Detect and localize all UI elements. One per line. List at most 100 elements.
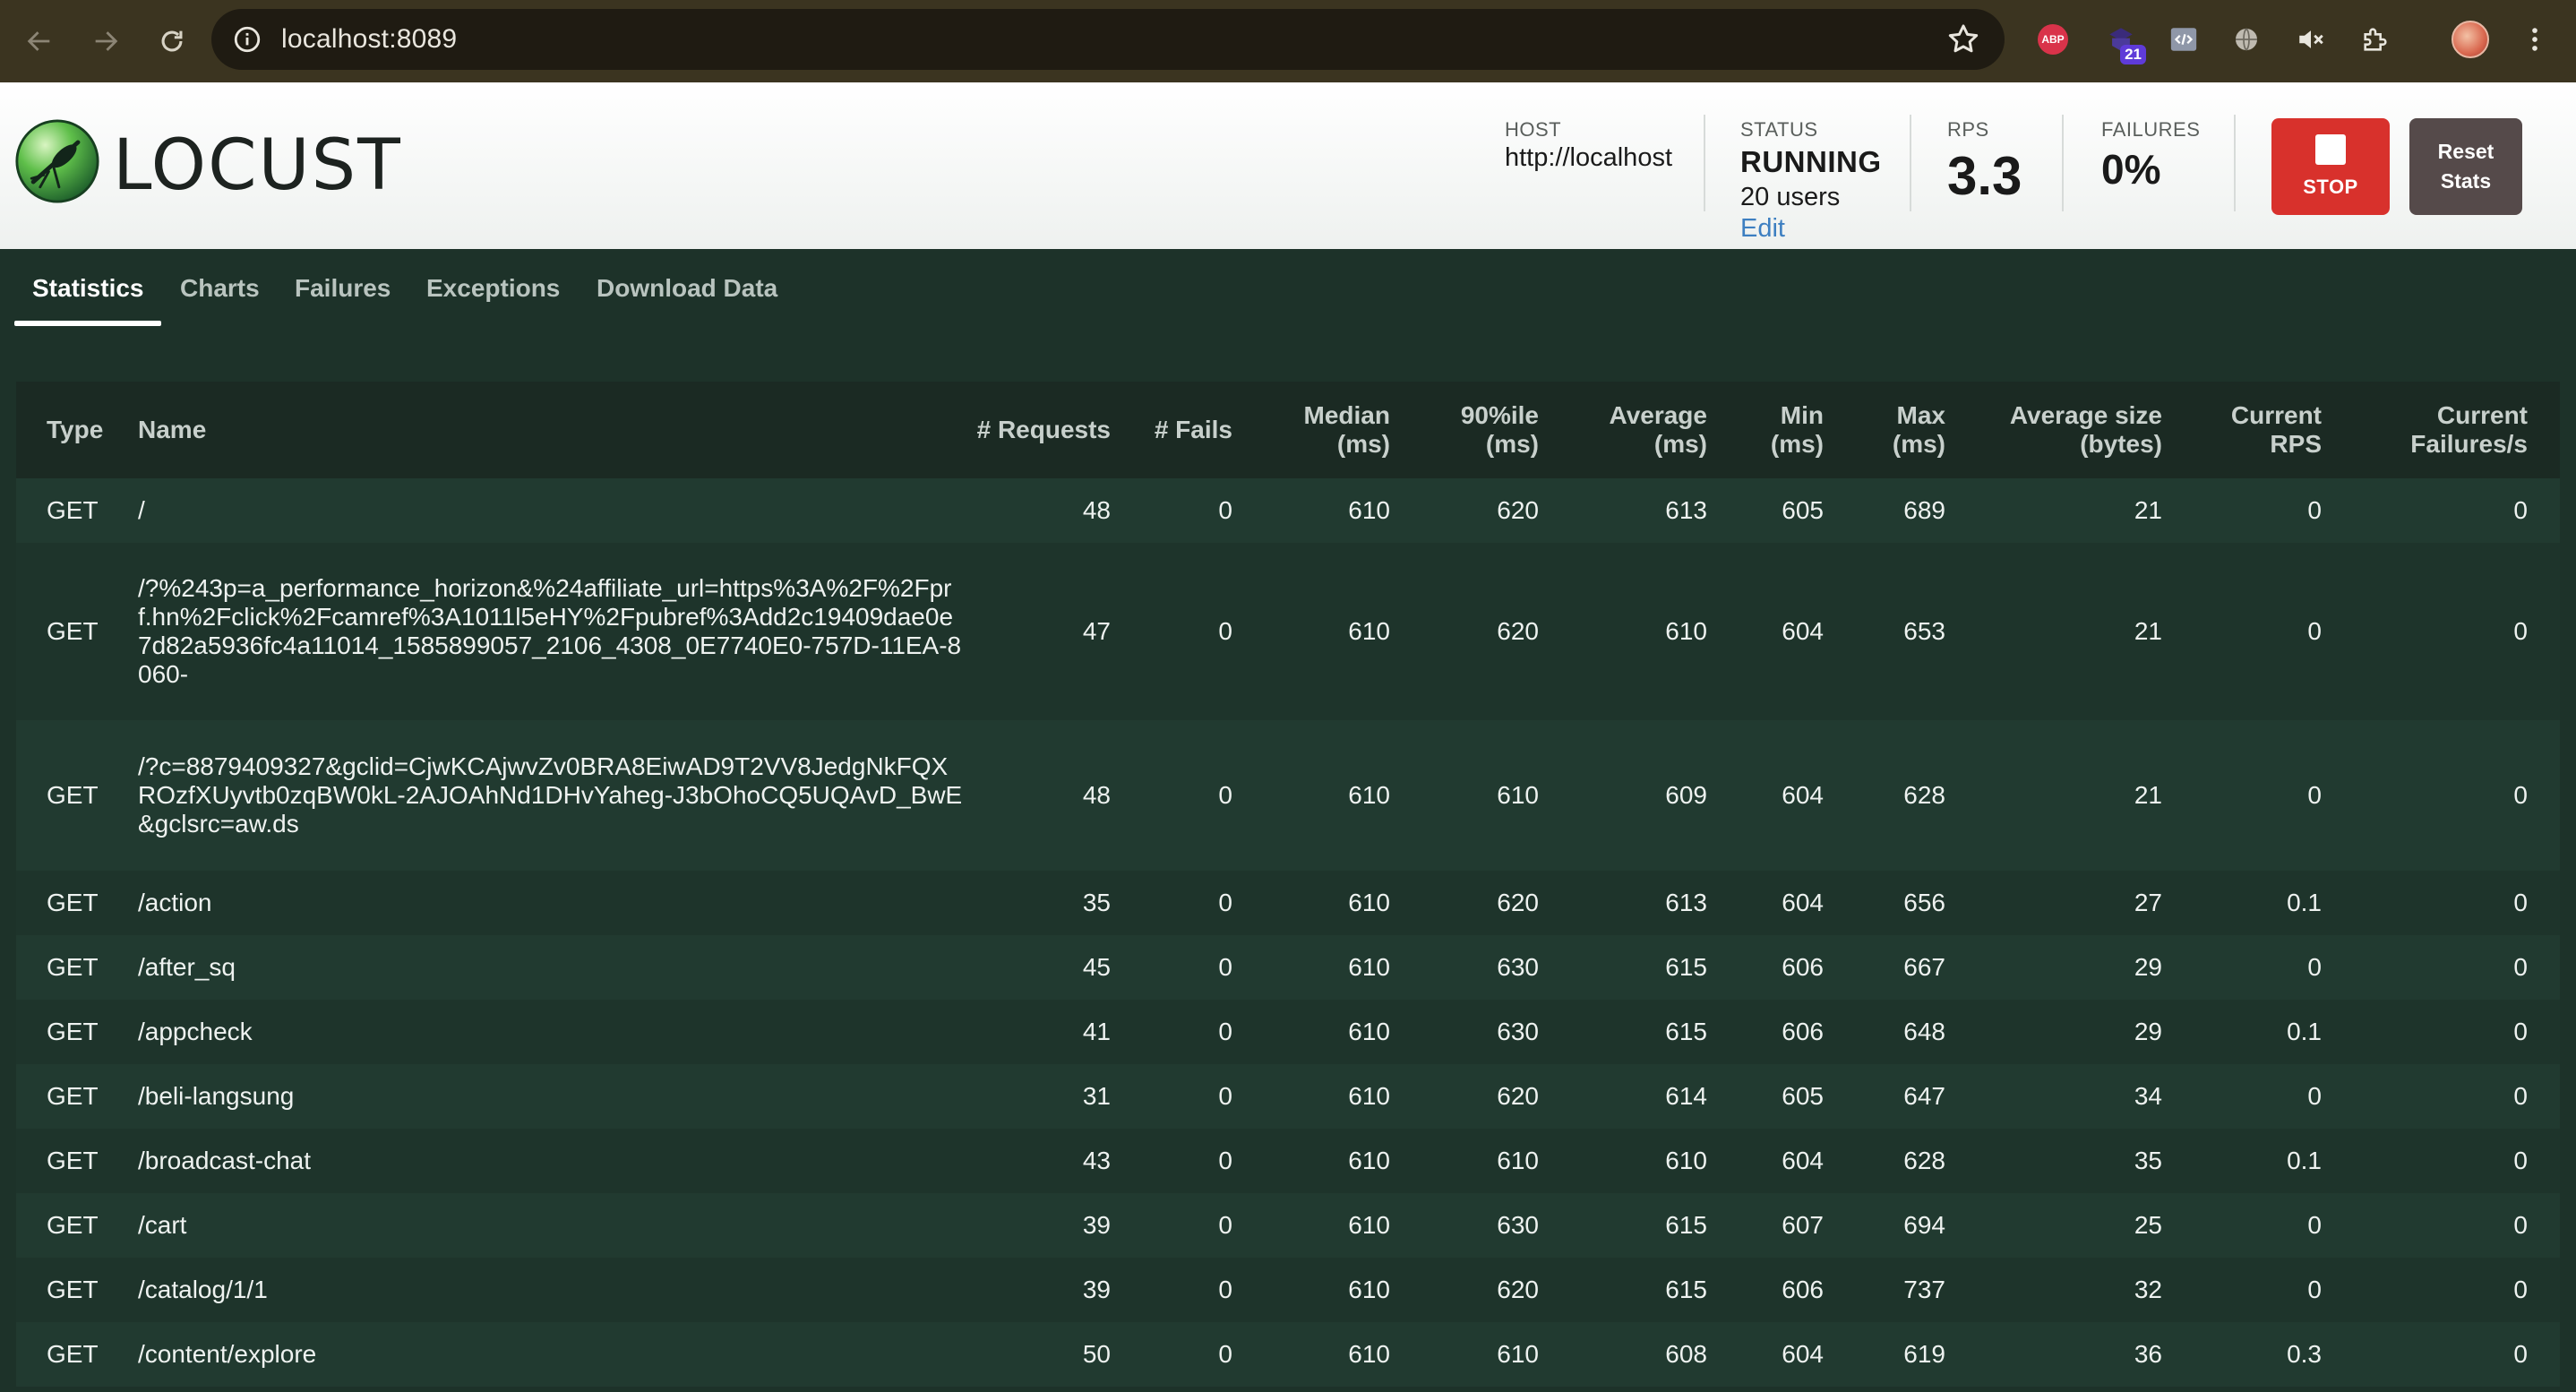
cell-min: 604 [1782, 781, 1824, 809]
status-value: RUNNING [1740, 145, 1882, 178]
cell-current-rps: 0.1 [2287, 889, 2322, 916]
header-average[interactable]: Average (ms) [1539, 382, 1707, 478]
cell-current-rps: 0.1 [2287, 1147, 2322, 1174]
cell-requests: 48 [1082, 496, 1111, 524]
locust-logo-icon [15, 119, 99, 203]
cell-average: 615 [1665, 953, 1707, 981]
cell-max: 619 [1903, 1340, 1945, 1368]
header-size-line1: Average size [2009, 401, 2162, 429]
cell-current-failures: 0 [2513, 1211, 2528, 1239]
cell-current-rps: 0 [2307, 1082, 2322, 1110]
tab-exceptions[interactable]: Exceptions [426, 274, 560, 303]
header-max-line1: Max [1896, 401, 1945, 429]
header-divider [1704, 115, 1705, 211]
bookmark-star-icon[interactable] [1945, 21, 1981, 57]
cell-max: 628 [1903, 781, 1945, 809]
cell-current-rps: 0 [2307, 617, 2322, 645]
reset-stats-button[interactable]: Reset Stats [2409, 118, 2522, 215]
cell-max: 694 [1903, 1211, 1945, 1239]
mute-icon[interactable] [2291, 20, 2331, 59]
table-row: GET/beli-langsung 31 0 610 620 614 605 647 34 0 0 [16, 1064, 2560, 1129]
failures-value: 0% [2101, 146, 2161, 193]
cell-median: 610 [1348, 617, 1390, 645]
table-row: GET/content/explore 50 0 610 610 608 604 619 36 0… [16, 1322, 2560, 1387]
cell-average-size: 29 [2134, 1018, 2162, 1045]
reload-button[interactable] [152, 21, 192, 61]
table-row: GET/appcheck 41 0 610 630 615 606 648 29 0.1 0 [16, 1000, 2560, 1064]
arrow-right-icon [95, 31, 118, 51]
stop-button[interactable]: STOP [2271, 118, 2390, 215]
browser-menu-icon[interactable] [2515, 20, 2555, 59]
header-90ile[interactable]: 90%ile (ms) [1390, 382, 1539, 478]
cell-average-size: 25 [2134, 1211, 2162, 1239]
cell-median: 610 [1348, 889, 1390, 916]
cell-type: GET [47, 1082, 99, 1110]
stop-label: STOP [2303, 176, 2358, 198]
header-fails[interactable]: # Fails [1111, 382, 1232, 478]
address-bar[interactable]: localhost:8089 [211, 9, 2005, 70]
cell-requests: 39 [1082, 1211, 1111, 1239]
header-cfail-line1: Current [2436, 401, 2528, 429]
tab-statistics[interactable]: Statistics [32, 274, 144, 303]
header-requests[interactable]: # Requests [966, 382, 1111, 478]
cell-type: GET [47, 617, 99, 645]
cell-max: 647 [1903, 1082, 1945, 1110]
header-size-line2: (bytes) [2080, 430, 2162, 458]
cell-90ile: 610 [1497, 1147, 1539, 1174]
cell-min: 604 [1782, 1147, 1824, 1174]
tab-failures[interactable]: Failures [295, 274, 391, 303]
cell-average: 615 [1665, 1211, 1707, 1239]
cell-90ile: 630 [1497, 1211, 1539, 1239]
cell-average: 614 [1665, 1082, 1707, 1110]
header-type[interactable]: Type [16, 382, 124, 478]
globe-extension-icon[interactable] [2227, 20, 2266, 59]
cell-current-failures: 0 [2513, 889, 2528, 916]
forward-button[interactable] [86, 21, 125, 61]
cell-average: 613 [1665, 889, 1707, 916]
edit-users-link[interactable]: Edit [1740, 214, 1882, 244]
cell-requests: 48 [1082, 781, 1111, 809]
site-info-icon[interactable] [229, 21, 265, 57]
app-header: LOCUST HOST http://localhost STATUS RUNN… [0, 82, 2576, 249]
header-median[interactable]: Median (ms) [1232, 382, 1390, 478]
header-min-line1: Min [1780, 401, 1824, 429]
header-min[interactable]: Min (ms) [1707, 382, 1824, 478]
header-average-size[interactable]: Average size (bytes) [1945, 382, 2162, 478]
cell-median: 610 [1348, 1211, 1390, 1239]
cell-average-size: 21 [2134, 781, 2162, 809]
code-extension-icon[interactable] [2164, 20, 2203, 59]
tab-download-data[interactable]: Download Data [597, 274, 777, 303]
extension-badge-icon[interactable]: 21 [2101, 20, 2146, 64]
header-max[interactable]: Max (ms) [1824, 382, 1945, 478]
reset-label-line1: Reset [2437, 140, 2494, 163]
cell-fails: 0 [1218, 1082, 1232, 1110]
cell-type: GET [47, 496, 99, 524]
cell-requests: 35 [1082, 889, 1111, 916]
header-median-line2: (ms) [1336, 430, 1390, 458]
header-rps-line1: Current [2230, 401, 2322, 429]
cell-type: GET [47, 781, 99, 809]
cell-90ile: 610 [1497, 1340, 1539, 1368]
cell-fails: 0 [1218, 496, 1232, 524]
back-button[interactable] [20, 21, 59, 61]
table-row: GET /?c=8879409327&gclid=CjwKCAjwvZv0BRA8… [16, 720, 2560, 871]
cell-name: /beli-langsung [138, 1082, 295, 1110]
header-current-rps[interactable]: Current RPS [2162, 382, 2322, 478]
cell-fails: 0 [1218, 953, 1232, 981]
extensions-puzzle-icon[interactable] [2356, 20, 2395, 59]
cell-current-rps: 0 [2307, 496, 2322, 524]
table-row: GET/catalog/1/1 39 0 610 620 615 606 737 32 0 0 [16, 1258, 2560, 1322]
table-header-row: Type Name # Requests # Fails Median (ms) … [16, 382, 2560, 478]
cell-90ile: 620 [1497, 617, 1539, 645]
cell-current-failures: 0 [2513, 1340, 2528, 1368]
adblock-extension-icon[interactable]: ABP [2033, 20, 2073, 59]
header-average-line2: (ms) [1653, 430, 1707, 458]
cell-name: / [138, 496, 145, 524]
profile-avatar[interactable] [2451, 20, 2490, 59]
header-name[interactable]: Name [124, 382, 966, 478]
cell-current-failures: 0 [2513, 496, 2528, 524]
tab-charts[interactable]: Charts [180, 274, 260, 303]
header-current-failures[interactable]: Current Failures/s [2322, 382, 2560, 478]
cell-median: 610 [1348, 1276, 1390, 1303]
table-row: GET /?%243p=a_performance_horizon&%24affi… [16, 543, 2560, 720]
